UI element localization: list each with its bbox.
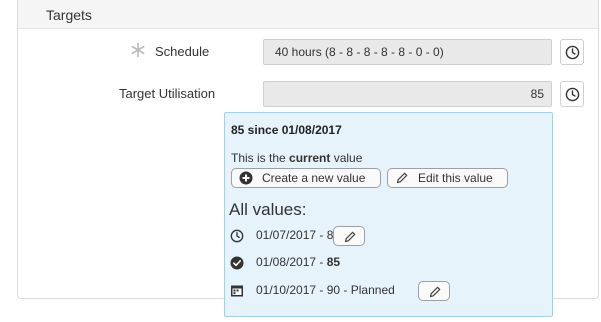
- panel-header: Targets: [18, 0, 598, 29]
- history-item: 01/07/2017 - 80: [230, 226, 400, 246]
- schedule-label: Schedule: [155, 44, 210, 59]
- target-utilisation-label: Target Utilisation: [119, 86, 216, 101]
- all-values-heading: All values:: [229, 200, 307, 219]
- edit-history-button[interactable]: [333, 226, 365, 246]
- history-text: 01/10/2017 - 90 - Planned: [256, 283, 395, 297]
- history-text: 01/08/2017 - 85: [256, 255, 341, 269]
- edit-value-button[interactable]: Edit this value: [387, 168, 508, 188]
- current-emphasis: current: [289, 151, 331, 165]
- plus-circle-icon: [239, 171, 253, 185]
- clock-icon: [230, 229, 244, 243]
- value-history-popup: 85 since 01/08/2017 This is the current …: [224, 112, 553, 317]
- check-circle-icon: [230, 256, 244, 270]
- pencil-icon: [344, 231, 356, 243]
- clock-icon: [565, 45, 580, 60]
- schedule-history-button[interactable]: [560, 39, 584, 65]
- popup-title: 85 since 01/08/2017: [231, 123, 342, 137]
- edit-history-button[interactable]: [418, 281, 450, 301]
- clock-icon: [565, 87, 580, 102]
- create-new-value-button[interactable]: Create a new value: [231, 168, 381, 188]
- history-text: 01/07/2017 - 80: [256, 228, 340, 242]
- required-asterisk-icon: [130, 42, 146, 58]
- target-utilisation-field[interactable]: 85: [263, 81, 552, 107]
- target-history-button[interactable]: [560, 81, 584, 107]
- schedule-field[interactable]: 40 hours (8 - 8 - 8 - 8 - 8 - 0 - 0): [263, 39, 552, 65]
- panel-title: Targets: [46, 7, 92, 23]
- pencil-icon: [429, 286, 441, 298]
- history-item-current: 01/08/2017 - 85: [230, 253, 400, 273]
- calendar-icon: [231, 285, 243, 297]
- history-item-planned: 01/10/2017 - 90 - Planned: [230, 281, 470, 301]
- current-value-note: This is the current value: [231, 151, 363, 165]
- pencil-icon: [396, 172, 408, 184]
